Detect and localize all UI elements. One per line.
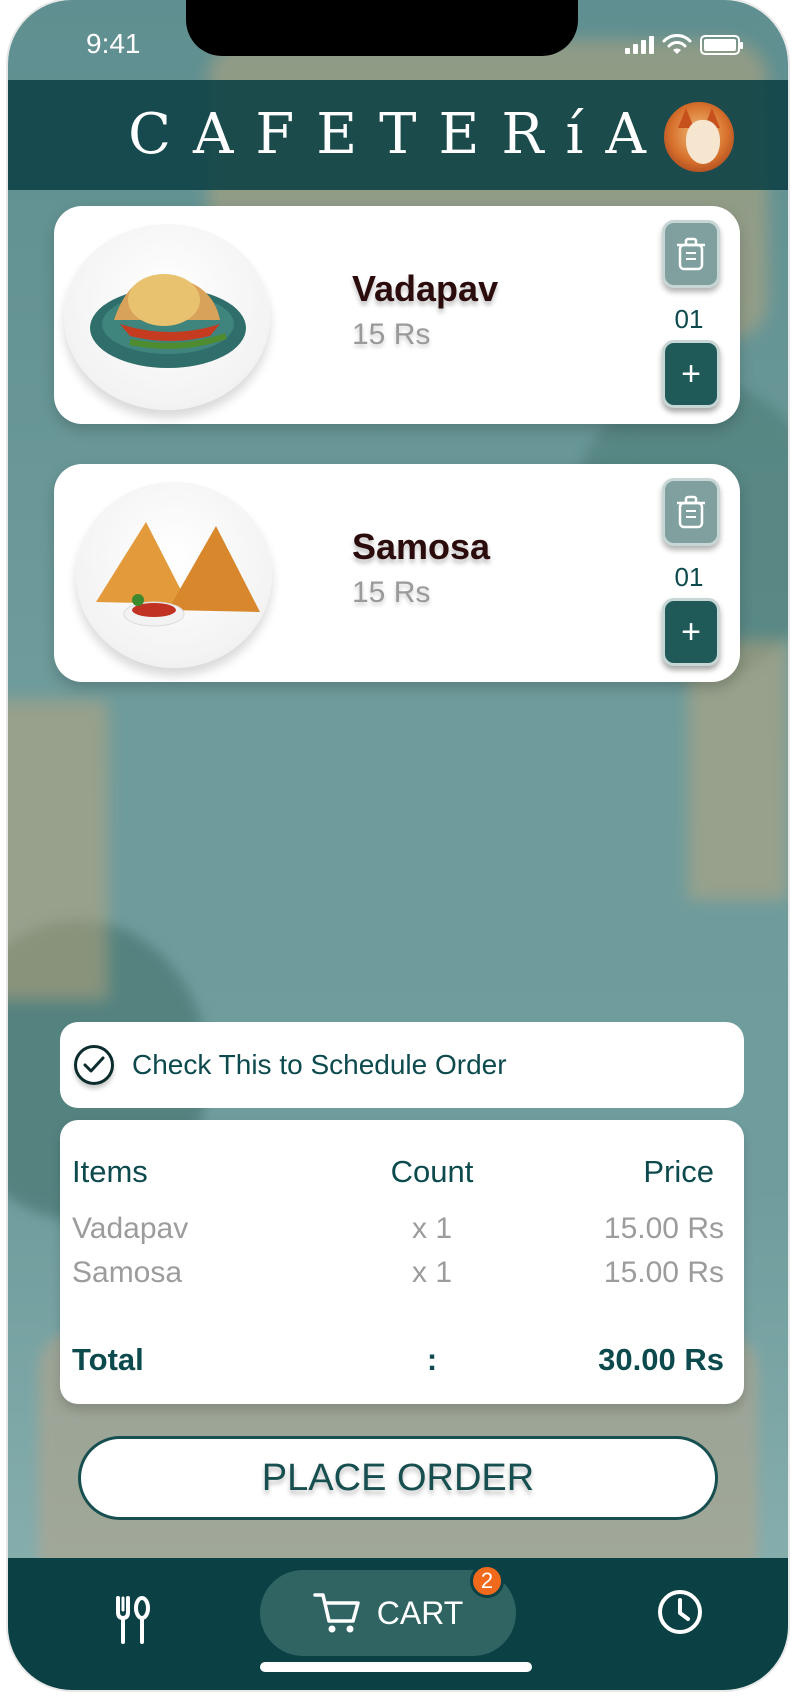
app-header: CAFETERíA [8,80,788,190]
remove-item-button[interactable] [662,220,720,288]
summary-item-name: Vadapav [72,1212,189,1245]
increase-quantity-button[interactable]: + [662,598,720,666]
count-column-header: Count [390,1154,474,1189]
cart-tab-label: CART [376,1594,464,1631]
items-column-header: Items [72,1154,148,1189]
phone-screen: 9:41 CAFETERíA Vadapav 15 Rs 01 + Samosa… [8,0,788,1690]
cart-item-card: Vadapav 15 Rs 01 + [54,206,740,424]
summary-item-count: x 1 [411,1256,453,1289]
increase-quantity-button[interactable]: + [662,340,720,408]
trash-icon [677,495,705,529]
item-name: Vadapav [352,268,499,309]
signal-icon [625,36,654,54]
status-time: 9:41 [86,28,141,59]
fork-knife-icon[interactable] [112,1596,152,1644]
item-quantity: 01 [674,304,704,334]
price-column-header: Price [643,1154,714,1189]
item-name: Samosa [352,526,491,567]
plus-icon: + [681,612,701,651]
notch [186,0,578,56]
user-avatar[interactable] [660,98,738,176]
remove-item-button[interactable] [662,478,720,546]
summary-row: Samosa x 1 15.00 Rs [72,1256,724,1290]
bottom-navigation: CART 2 [8,1558,788,1690]
clock-icon[interactable] [656,1588,704,1636]
summary-item-name: Samosa [72,1256,183,1289]
summary-row: Vadapav x 1 15.00 Rs [72,1212,724,1246]
vadapav-image [64,224,270,410]
total-amount: 30.00 Rs [598,1342,724,1377]
summary-header-row: Items Count Price [72,1154,724,1190]
home-indicator [260,1662,532,1672]
schedule-order-toggle[interactable]: Check This to Schedule Order [60,1022,744,1108]
place-order-button[interactable]: PLACE ORDER [78,1436,718,1520]
summary-item-count: x 1 [411,1212,453,1245]
cart-icon [312,1593,360,1633]
summary-total-row: Total : 30.00 Rs [72,1342,724,1378]
samosa-image [76,482,272,668]
cart-item-card: Samosa 15 Rs 01 + [54,464,740,682]
total-separator: : [426,1342,438,1377]
cart-count-badge: 2 [470,1564,504,1598]
summary-item-price: 15.00 Rs [603,1212,724,1245]
checkmark-icon[interactable] [74,1045,114,1085]
item-quantity: 01 [674,562,704,592]
order-summary: Items Count Price Vadapav x 1 15.00 Rs S… [60,1120,744,1404]
schedule-order-label: Check This to Schedule Order [132,1049,507,1080]
status-icons [625,34,743,56]
item-price: 15 Rs [352,576,431,609]
wifi-icon [662,34,692,54]
summary-item-price: 15.00 Rs [603,1256,724,1289]
item-price: 15 Rs [352,318,431,351]
total-label: Total [72,1342,144,1377]
plus-icon: + [681,354,701,393]
battery-icon [700,35,743,55]
background-board [8,700,108,1000]
trash-icon [677,237,705,271]
cart-tab[interactable]: CART 2 [260,1564,516,1656]
